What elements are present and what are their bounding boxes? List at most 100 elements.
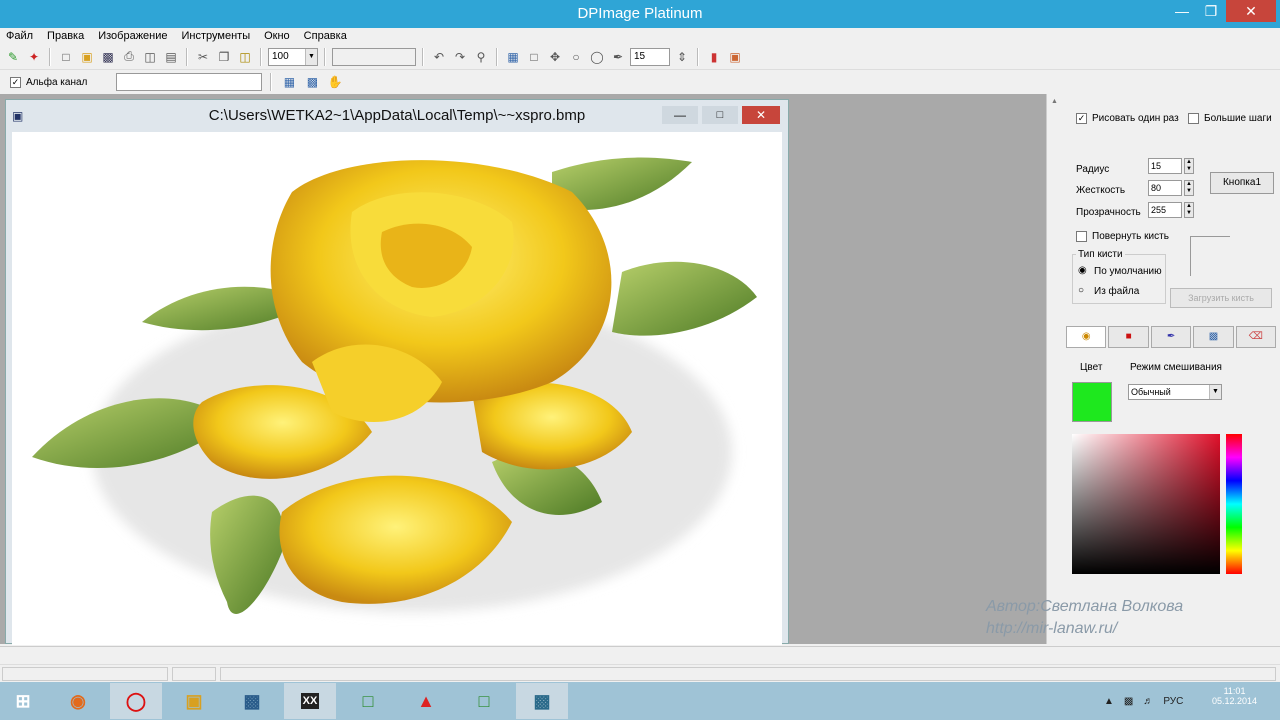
copy-icon[interactable]: ❐	[215, 48, 233, 66]
color-label: Цвет	[1080, 362, 1103, 373]
color-bars-icon[interactable]: ▮	[705, 48, 723, 66]
redo-icon[interactable]: ↷	[451, 48, 469, 66]
lasso-icon[interactable]: ◯	[588, 48, 606, 66]
tab-layers-icon[interactable]: ▩	[1193, 326, 1234, 348]
menu-window[interactable]: Окно	[264, 28, 290, 44]
zoom-combo[interactable]: 100 ▼	[268, 47, 318, 66]
camtasia-icon[interactable]: □	[342, 683, 394, 719]
pencil-icon[interactable]: ✎	[4, 48, 22, 66]
radio-empty-icon[interactable]: ○	[1078, 285, 1084, 296]
undo-icon[interactable]: ↶	[430, 48, 448, 66]
blend-mode-select[interactable]: Обычный ▼	[1128, 384, 1222, 400]
toolbar-separator	[422, 47, 424, 66]
hand-icon[interactable]: ✋	[326, 73, 344, 91]
load-brush-button[interactable]: Загрузить кисть	[1170, 288, 1272, 308]
new-file-icon[interactable]: □	[57, 48, 75, 66]
rect-select-icon[interactable]: □	[525, 48, 543, 66]
clock[interactable]: 11:01 05.12.2014	[1212, 686, 1257, 706]
size-slider[interactable]	[332, 47, 416, 66]
alpha-field[interactable]	[116, 73, 263, 91]
radius-field[interactable]: 15	[1148, 158, 1182, 174]
language-indicator[interactable]: РУС	[1163, 696, 1183, 707]
cut-icon[interactable]: ✂	[194, 48, 212, 66]
menu-file[interactable]: Файл	[6, 28, 33, 44]
tab-color-icon[interactable]: ■	[1108, 326, 1149, 348]
zoom-icon[interactable]: ⚲	[472, 48, 490, 66]
dpimage-icon[interactable]: ▩	[516, 683, 568, 719]
opera-icon[interactable]: ◯	[110, 683, 162, 719]
open-folder-icon[interactable]: ▣	[78, 48, 96, 66]
button1[interactable]: Кнопка1	[1210, 172, 1274, 194]
hue-slider[interactable]	[1226, 434, 1242, 574]
save-icon[interactable]: ▩	[99, 48, 117, 66]
scan-icon[interactable]: ▤	[162, 48, 180, 66]
pin-icon[interactable]: ✦	[25, 48, 43, 66]
doc-close-button[interactable]: ✕	[742, 106, 780, 124]
hardness-spinner[interactable]: ▲ ▼	[1184, 180, 1194, 196]
radio-selected-icon[interactable]: ◉	[1078, 265, 1087, 276]
from-file-label: Из файла	[1094, 286, 1140, 297]
image-viewer-icon[interactable]: ▩	[226, 683, 278, 719]
menu-image[interactable]: Изображение	[98, 28, 167, 44]
document-titlebar: ▣ C:\Users\WETKA2~1\AppData\Local\Temp\~…	[6, 100, 788, 132]
xsp-icon[interactable]: XX	[284, 683, 336, 719]
camtasia-recorder-icon[interactable]: □	[458, 683, 510, 719]
menu-help[interactable]: Справка	[304, 28, 347, 44]
big-steps-checkbox[interactable]	[1188, 113, 1199, 124]
move-icon[interactable]: ✥	[546, 48, 564, 66]
brush-icon[interactable]: ✒	[609, 48, 627, 66]
draw-once-label: Рисовать один раз	[1092, 113, 1179, 124]
chevron-down-icon[interactable]: ▼	[305, 48, 317, 65]
hardness-value: 80	[1151, 183, 1162, 193]
vertical-scrollbar[interactable]: ▲	[1046, 94, 1062, 644]
resize-icon[interactable]: ▣	[726, 48, 744, 66]
app-titlebar: DPImage Platinum	[0, 0, 1280, 28]
rotate-brush-checkbox[interactable]	[1076, 231, 1087, 242]
firefox-icon[interactable]: ◉	[52, 683, 104, 719]
grid-icon[interactable]: ▦	[504, 48, 522, 66]
opacity-label: Прозрачность	[1076, 207, 1141, 218]
windows-start-icon[interactable]: ⊞	[0, 683, 46, 719]
paste-icon[interactable]: ◫	[236, 48, 254, 66]
toolbar-separator	[324, 47, 326, 66]
doc-maximize-button[interactable]: □	[702, 106, 738, 124]
brush-preview	[1190, 236, 1230, 276]
alpha-checkbox[interactable]: ✓	[10, 76, 21, 88]
network-icon[interactable]: ▩	[1124, 696, 1133, 707]
minimize-button[interactable]: —	[1164, 0, 1200, 22]
tab-brush-icon[interactable]: ✒	[1150, 326, 1192, 348]
main-toolbar: ✎ ✦ □ ▣ ▩ ⎙ ◫ ▤ ✂ ❐ ◫ 100 ▼ ↶ ↷ ⚲ ▦ □ ✥ …	[0, 44, 1280, 70]
chevron-up-icon[interactable]: ▲	[1047, 98, 1062, 105]
maximize-button[interactable]: ❐	[1198, 0, 1224, 22]
image-canvas[interactable]	[12, 132, 782, 645]
brush-size-field[interactable]: 15	[630, 47, 670, 66]
doc-minimize-button[interactable]: —	[662, 106, 698, 124]
menu-tools[interactable]: Инструменты	[182, 28, 251, 44]
draw-once-checkbox[interactable]: ✓	[1076, 113, 1087, 124]
hardness-field[interactable]: 80	[1148, 180, 1182, 196]
opacity-spinner[interactable]: ▲ ▼	[1184, 202, 1194, 218]
color-picker-field[interactable]	[1072, 434, 1220, 574]
explorer-folder-icon[interactable]: ▣	[168, 683, 220, 719]
opacity-value: 255	[1151, 205, 1167, 215]
layers-add-icon[interactable]: ▩	[303, 73, 321, 91]
volume-icon[interactable]: ♬	[1143, 696, 1153, 707]
opacity-field[interactable]: 255	[1148, 202, 1182, 218]
pdf-icon[interactable]: ▲	[400, 683, 452, 719]
blend-mode-label: Режим смешивания	[1130, 362, 1222, 373]
ellipse-select-icon[interactable]: ○	[567, 48, 585, 66]
tab-eraser-icon[interactable]: ⌫	[1235, 326, 1277, 348]
close-button[interactable]: ✕	[1226, 0, 1276, 22]
layers-icon[interactable]: ▦	[280, 73, 298, 91]
brush-size-value: 15	[634, 50, 646, 62]
print-icon[interactable]: ⎙	[120, 48, 138, 66]
chevron-down-icon[interactable]: ▼	[1209, 385, 1221, 399]
spin-icon[interactable]: ⇕	[673, 48, 691, 66]
current-color-swatch[interactable]	[1072, 382, 1112, 422]
radius-spinner[interactable]: ▲ ▼	[1184, 158, 1194, 174]
tab-texture-icon[interactable]: ◉	[1066, 326, 1107, 348]
chevron-up-icon[interactable]: ▲	[1104, 696, 1114, 707]
print-preview-icon[interactable]: ◫	[141, 48, 159, 66]
menu-edit[interactable]: Правка	[47, 28, 84, 44]
toolbar-separator	[697, 47, 699, 66]
